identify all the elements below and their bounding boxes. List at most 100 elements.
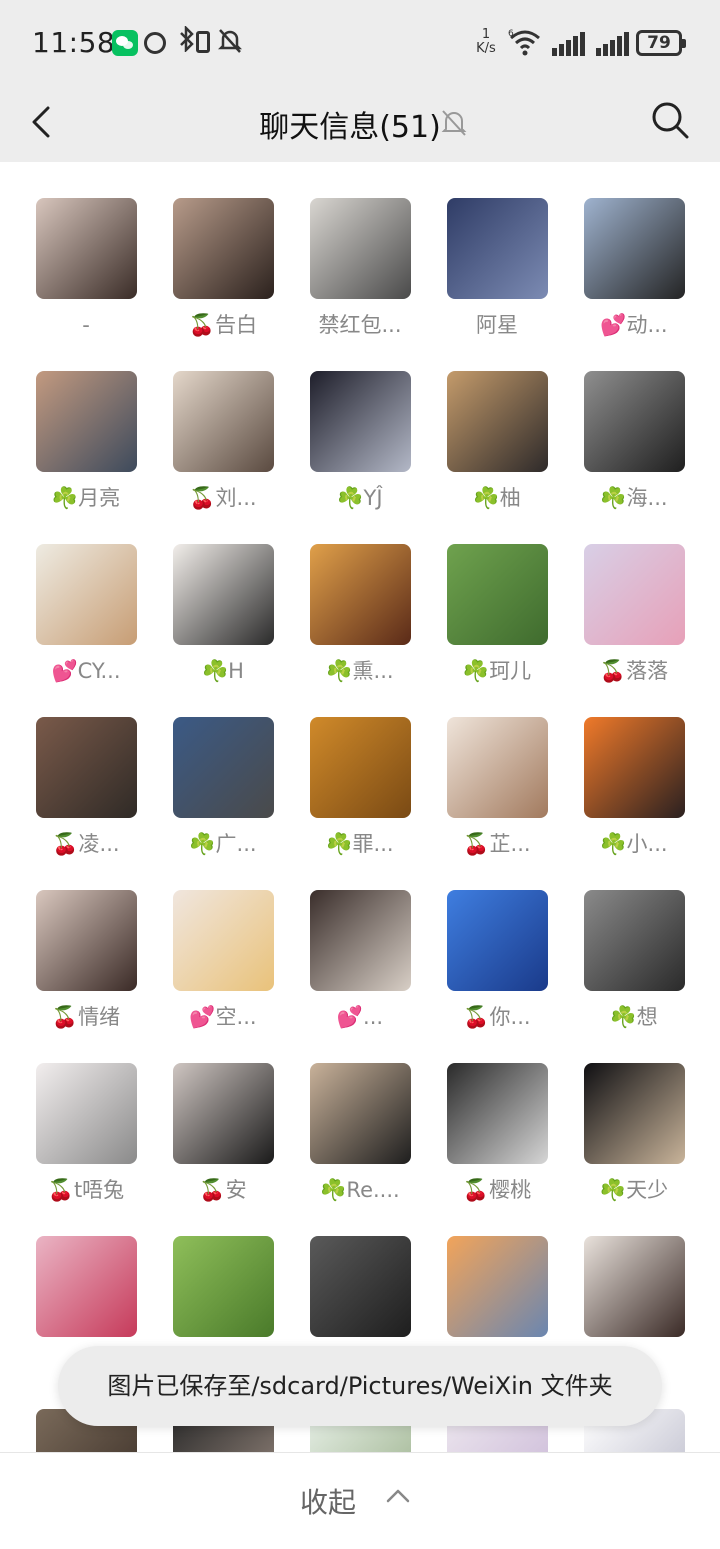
member-name: 🍒情绪 xyxy=(51,1005,121,1029)
avatar[interactable] xyxy=(172,890,274,991)
member-item[interactable]: 💕动... xyxy=(574,198,694,339)
avatar[interactable] xyxy=(35,717,137,818)
member-item[interactable]: 禁红包... xyxy=(300,198,420,339)
avatar[interactable] xyxy=(35,890,137,991)
bluetooth-icon xyxy=(178,24,198,54)
svg-text:6: 6 xyxy=(508,29,514,39)
member-item[interactable]: 🍒t唔兔 xyxy=(26,1063,146,1204)
member-name: 🍒刘... xyxy=(189,486,257,510)
member-item[interactable]: ☘️广... xyxy=(163,717,283,858)
member-item[interactable]: 💕CY... xyxy=(26,544,146,685)
avatar[interactable] xyxy=(446,371,548,472)
member-name: 🍒t唔兔 xyxy=(47,1178,125,1202)
member-item[interactable]: 🍒刘... xyxy=(163,371,283,512)
avatar[interactable] xyxy=(172,371,274,472)
member-name: 🍒安 xyxy=(199,1178,247,1202)
member-item[interactable]: ☘️小... xyxy=(574,717,694,858)
vibrate-icon xyxy=(196,31,210,53)
avatar[interactable] xyxy=(446,198,548,299)
member-name: 阿星 xyxy=(476,313,518,337)
avatar[interactable] xyxy=(309,1063,411,1164)
avatar[interactable] xyxy=(35,198,137,299)
avatar[interactable] xyxy=(35,1063,137,1164)
avatar[interactable] xyxy=(583,717,685,818)
avatar[interactable] xyxy=(583,371,685,472)
avatar[interactable] xyxy=(35,544,137,645)
member-grid: - 🍒告白 禁红包... 阿星 💕动... ☘️月亮 🍒刘... ☘️YĴ ☘️柚 ☘️海... 💕… xyxy=(0,162,720,1452)
avatar[interactable] xyxy=(583,198,685,299)
avatar[interactable] xyxy=(446,1236,548,1337)
avatar[interactable] xyxy=(172,1236,274,1337)
avatar[interactable] xyxy=(309,544,411,645)
member-name: - xyxy=(82,313,90,337)
avatar[interactable] xyxy=(35,371,137,472)
bottom-bar: 收起 xyxy=(0,1452,720,1549)
toast-message: 图片已保存至/sdcard/Pictures/WeiXin 文件夹 xyxy=(58,1346,662,1426)
collapse-button[interactable]: 收起 xyxy=(300,1481,356,1521)
member-item[interactable]: ☘️Re.... xyxy=(300,1063,420,1204)
avatar[interactable] xyxy=(309,371,411,472)
member-item[interactable]: ☘️H xyxy=(163,544,283,685)
member-name: ☘️Re.... xyxy=(320,1178,400,1202)
member-name: 🍒芷... xyxy=(463,832,531,856)
member-item[interactable]: 🍒樱桃 xyxy=(437,1063,557,1204)
member-item[interactable]: 阿星 xyxy=(437,198,557,339)
member-item[interactable]: ☘️想 xyxy=(574,890,694,1031)
avatar[interactable] xyxy=(172,198,274,299)
member-item[interactable]: 🍒芷... xyxy=(437,717,557,858)
member-item[interactable]: ☘️柚 xyxy=(437,371,557,512)
member-name: ☘️月亮 xyxy=(51,486,121,510)
member-name: ☘️想 xyxy=(610,1005,658,1029)
member-item[interactable]: ☘️珂儿 xyxy=(437,544,557,685)
avatar[interactable] xyxy=(446,717,548,818)
avatar[interactable] xyxy=(35,1236,137,1337)
member-item[interactable]: ☘️月亮 xyxy=(26,371,146,512)
member-name: ☘️海... xyxy=(600,486,668,510)
member-item[interactable]: 🍒告白 xyxy=(163,198,283,339)
member-item[interactable]: ☘️熏... xyxy=(300,544,420,685)
avatar[interactable] xyxy=(583,1063,685,1164)
avatar[interactable] xyxy=(446,890,548,991)
member-name: ☘️天少 xyxy=(599,1178,669,1202)
member-item[interactable]: - xyxy=(26,198,146,339)
wifi-icon: 6 xyxy=(508,28,542,56)
member-item[interactable]: 💕空... xyxy=(163,890,283,1031)
member-item[interactable]: ☘️罪... xyxy=(300,717,420,858)
avatar[interactable] xyxy=(309,1236,411,1337)
bell-off-icon xyxy=(217,28,244,54)
avatar[interactable] xyxy=(309,717,411,818)
avatar[interactable] xyxy=(583,544,685,645)
member-item[interactable]: 🍒情绪 xyxy=(26,890,146,1031)
member-name: 💕CY... xyxy=(51,659,121,683)
search-icon[interactable] xyxy=(650,100,690,140)
member-item[interactable]: ☘️海... xyxy=(574,371,694,512)
member-name: 🍒樱桃 xyxy=(462,1178,532,1202)
member-item[interactable]: ☘️YĴ xyxy=(300,371,420,512)
member-name: 🍒你... xyxy=(463,1005,531,1029)
member-name: 禁红包... xyxy=(318,313,402,337)
member-item[interactable]: 🍒落落 xyxy=(574,544,694,685)
avatar[interactable] xyxy=(446,544,548,645)
signal-icon xyxy=(596,32,629,56)
member-name: ☘️YĴ xyxy=(337,486,383,510)
member-item[interactable]: 🍒安 xyxy=(163,1063,283,1204)
avatar[interactable] xyxy=(583,890,685,991)
member-item[interactable]: ☘️天少 xyxy=(574,1063,694,1204)
avatar[interactable] xyxy=(309,198,411,299)
avatar[interactable] xyxy=(172,544,274,645)
member-name: ☘️柚 xyxy=(473,486,521,510)
status-bar: 11:58 1 K/s 6 79 xyxy=(0,0,720,84)
chevron-up-icon[interactable] xyxy=(386,1487,410,1505)
avatar[interactable] xyxy=(172,1063,274,1164)
member-name: 💕动... xyxy=(600,313,668,337)
avatar[interactable] xyxy=(446,1063,548,1164)
avatar[interactable] xyxy=(172,717,274,818)
member-item[interactable]: 💕... xyxy=(300,890,420,1031)
page-title: 聊天信息(51) xyxy=(259,110,441,145)
member-item[interactable]: 🍒你... xyxy=(437,890,557,1031)
member-name: ☘️熏... xyxy=(326,659,394,683)
member-name: ☘️小... xyxy=(600,832,668,856)
avatar[interactable] xyxy=(583,1236,685,1337)
member-item[interactable]: 🍒凌... xyxy=(26,717,146,858)
avatar[interactable] xyxy=(309,890,411,991)
